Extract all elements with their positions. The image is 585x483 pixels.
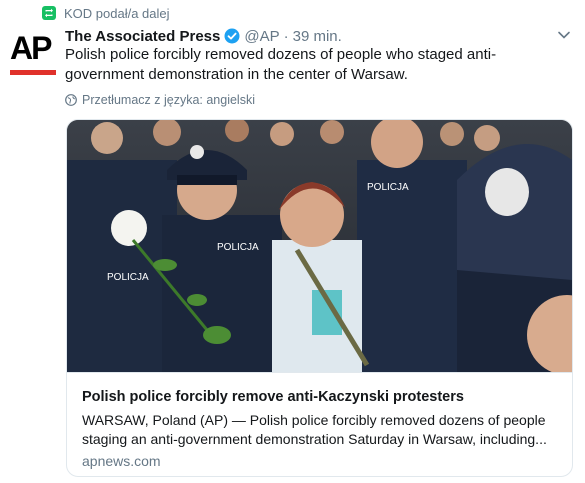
verified-badge-icon bbox=[224, 28, 240, 44]
author-handle[interactable]: @AP bbox=[244, 28, 279, 45]
card-title: Polish police forcibly remove anti-Kaczy… bbox=[82, 389, 464, 405]
retweet-label: KOD podał/a dalej bbox=[64, 5, 170, 21]
translate-label: Przetłumacz z języka: angielski bbox=[82, 93, 255, 107]
tweet-header: The Associated Press @AP · 39 min. bbox=[65, 26, 571, 46]
avatar[interactable]: AP bbox=[10, 28, 58, 76]
link-card[interactable]: POLICJA POLICJA POLICJA Polish police fo… bbox=[66, 119, 573, 477]
svg-text:POLICJA: POLICJA bbox=[107, 272, 149, 283]
globe-icon bbox=[65, 94, 77, 106]
separator-dot: · bbox=[283, 27, 289, 45]
news-photo[interactable]: POLICJA POLICJA POLICJA bbox=[67, 120, 572, 372]
card-description: WARSAW, Poland (AP) — Polish police forc… bbox=[82, 412, 547, 447]
news-photo-illustration: POLICJA POLICJA POLICJA bbox=[67, 120, 572, 372]
author-name[interactable]: The Associated Press bbox=[65, 28, 220, 45]
avatar-logo-bar bbox=[10, 70, 56, 75]
card-domain: apnews.com bbox=[82, 453, 161, 469]
retweet-context[interactable]: KOD podał/a dalej bbox=[42, 5, 170, 21]
svg-text:POLICJA: POLICJA bbox=[367, 182, 409, 193]
avatar-logo-text: AP bbox=[10, 30, 52, 66]
translate-link[interactable]: Przetłumacz z języka: angielski bbox=[65, 92, 255, 108]
link-card-body[interactable]: Polish police forcibly remove anti-Kaczy… bbox=[67, 372, 572, 476]
chevron-down-icon[interactable] bbox=[557, 28, 571, 42]
tweet-text: Polish police forcibly removed dozens of… bbox=[65, 46, 497, 83]
tweet-time[interactable]: 39 min. bbox=[293, 28, 342, 45]
svg-text:POLICJA: POLICJA bbox=[217, 242, 259, 253]
retweet-icon bbox=[42, 6, 56, 20]
